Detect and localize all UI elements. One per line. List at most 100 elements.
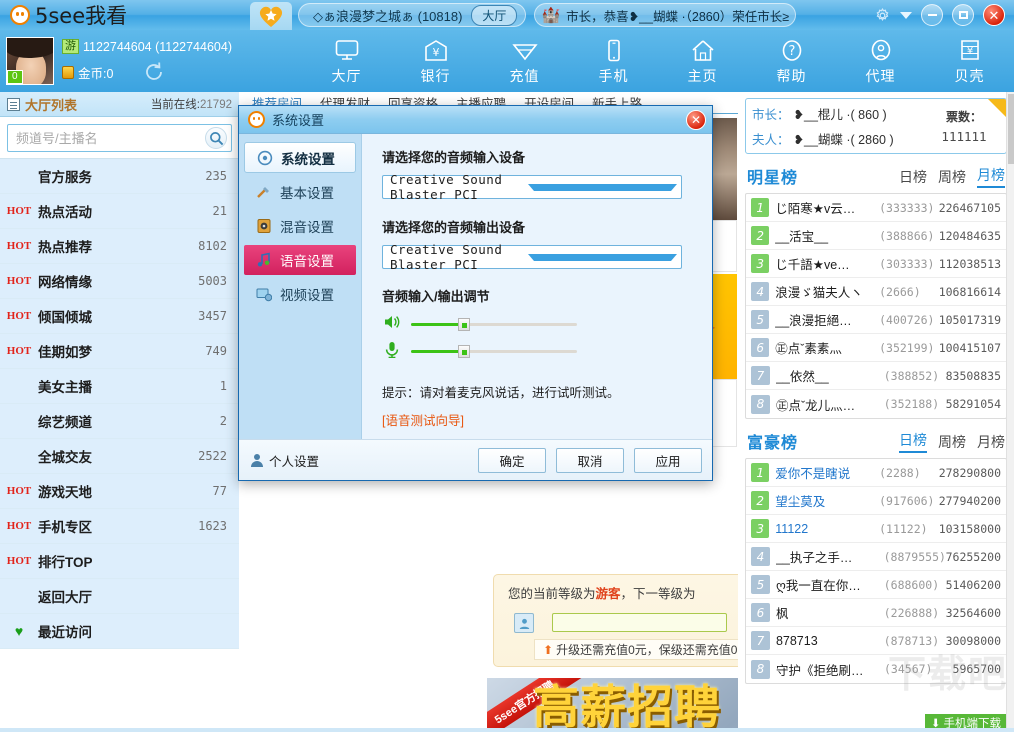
rank-user-name[interactable]: じ陌寒★v云… (775, 198, 879, 217)
rank-user-name[interactable]: 爱你不是瞎说 (775, 463, 879, 482)
sidebar-item[interactable]: HOT 倾国倾城 3457 (0, 299, 239, 334)
chevron-down-icon[interactable] (900, 11, 912, 19)
rank-user-name[interactable]: ㊣点ˇ龙儿灬… (776, 395, 884, 414)
dialog-nav: 系统设置基本设置混音设置语音设置视频设置 (239, 134, 362, 439)
rank-user-name[interactable]: 浪漫ゞ猫夫人ヽ (775, 282, 879, 301)
dialog-nav-item[interactable]: 语音设置 (244, 245, 356, 275)
rank-value: 30098000 (945, 633, 1001, 648)
rank-user-name[interactable]: ㊣点ˇ素素灬 (775, 338, 879, 357)
heart-icon: ♥ (14, 623, 24, 639)
mayor-value[interactable]: ❥__棍儿 ·( 860 ) (794, 104, 887, 123)
sidebar-item[interactable]: HOT 排行TOP (0, 544, 239, 579)
rank-row[interactable]: 7 878713 (878713) 30098000 (746, 627, 1006, 655)
sidebar-item[interactable]: 综艺频道 2 (0, 404, 239, 439)
sidebar-item[interactable]: ♥ 最近访问 (0, 614, 239, 649)
rank-number: 1 (751, 463, 770, 482)
rank-user-name[interactable]: 枫 (776, 603, 884, 622)
star-heart-icon[interactable] (250, 2, 292, 30)
star-rank-tab[interactable]: 周榜 (938, 167, 966, 188)
sidebar-item[interactable]: HOT 网络情缘 5003 (0, 264, 239, 299)
nav-item-shell[interactable]: ¥ 贝壳 (925, 31, 1014, 91)
sidebar-item[interactable]: HOT 游戏天地 77 (0, 474, 239, 509)
dialog-nav-item[interactable]: 系统设置 (244, 142, 356, 173)
dialog-nav-item[interactable]: 混音设置 (244, 211, 356, 241)
rank-row[interactable]: 4 __执子之手… (8879555) 76255200 (746, 543, 1006, 571)
rank-row[interactable]: 8 ㊣点ˇ龙儿灬… (352188) 58291054 (746, 390, 1006, 418)
dialog-close-button[interactable]: ✕ (686, 109, 706, 130)
sidebar-item[interactable]: 官方服务 235 (0, 159, 239, 194)
nav-item-topup[interactable]: 充值 (480, 31, 569, 91)
sidebar-item[interactable]: 美女主播 1 (0, 369, 239, 404)
search-input[interactable] (16, 130, 205, 146)
cancel-button[interactable]: 取消 (556, 447, 624, 473)
rank-row[interactable]: 6 枫 (226888) 32564600 (746, 599, 1006, 627)
recruitment-banner[interactable]: 5see官方招聘 高薪招聘 RECRUITMENT 就等你来 (487, 678, 738, 732)
nav-item-hall[interactable]: 大厅 (302, 31, 391, 91)
speaker-slider[interactable] (411, 317, 577, 331)
dialog-nav-item[interactable]: 视频设置 (244, 279, 356, 309)
rank-user-name[interactable]: __依然__ (776, 366, 884, 385)
rich-rank-tab[interactable]: 月榜 (977, 432, 1005, 453)
wife-label: 夫人： (752, 133, 790, 147)
nav-item-home[interactable]: 主页 (658, 31, 747, 91)
rank-row[interactable]: 3 じ千語★ve… (303333) 112038513 (746, 250, 1006, 278)
rich-rank-tab[interactable]: 周榜 (938, 432, 966, 453)
audio-output-select[interactable]: Creative Sound Blaster PCI (382, 242, 682, 272)
sidebar-item[interactable]: HOT 热点推荐 8102 (0, 229, 239, 264)
rank-row[interactable]: 5 __浪漫拒絕… (400726) 105017319 (746, 306, 1006, 334)
rank-user-name[interactable]: __执子之手… (776, 547, 884, 566)
rank-row[interactable]: 7 __依然__ (388852) 83508835 (746, 362, 1006, 390)
rank-row[interactable]: 4 浪漫ゞ猫夫人ヽ (2666) 106816614 (746, 278, 1006, 306)
rank-user-name[interactable]: 望尘莫及 (775, 491, 879, 510)
rank-user-name[interactable]: じ千語★ve… (775, 254, 879, 273)
rank-row[interactable]: 5 ღ我一直在你… (688600) 51406200 (746, 571, 1006, 599)
rank-row[interactable]: 1 爱你不是瞎说 (2288) 278290800 (746, 459, 1006, 487)
rank-row[interactable]: 2 __活宝__ (388866) 120484635 (746, 222, 1006, 250)
rank-row[interactable]: 3 11122 (11122) 103158000 (746, 515, 1006, 543)
sidebar-item[interactable]: HOT 热点活动 21 (0, 194, 239, 229)
audio-input-select[interactable]: Creative Sound Blaster PCI (382, 172, 682, 202)
sidebar-item[interactable]: HOT 手机专区 1623 (0, 509, 239, 544)
nav-item-agent[interactable]: 代理 (836, 31, 925, 91)
rank-row[interactable]: 2 望尘莫及 (917606) 277940200 (746, 487, 1006, 515)
rank-row[interactable]: 6 ㊣点ˇ素素灬 (352199) 100415107 (746, 334, 1006, 362)
apply-button[interactable]: 应用 (634, 447, 702, 473)
channel-search-box[interactable] (7, 124, 232, 152)
right-scrollbar[interactable] (1006, 92, 1014, 732)
gear-icon[interactable] (874, 7, 891, 24)
rank-row[interactable]: 1 じ陌寒★v云… (333333) 226467105 (746, 194, 1006, 222)
rank-user-name[interactable]: 11122 (775, 522, 879, 536)
chevron-down-icon[interactable] (527, 253, 677, 261)
room-tag[interactable]: 大厅 (471, 4, 518, 26)
audio-output-label: 请选择您的音频输出设备 (382, 220, 526, 235)
rank-row[interactable]: 8 守护《拒绝刷… (34567) 5965700 (746, 655, 1006, 683)
star-rank-tab[interactable]: 月榜 (977, 165, 1005, 188)
chevron-down-icon[interactable] (527, 183, 677, 191)
mic-slider[interactable] (411, 344, 577, 358)
close-icon[interactable]: ✕ (983, 4, 1005, 26)
personal-settings-link[interactable]: 个人设置 (251, 451, 319, 470)
dialog-nav-item[interactable]: 基本设置 (244, 177, 356, 207)
search-icon[interactable] (205, 127, 227, 149)
nav-item-bank[interactable]: ¥ 银行 (391, 31, 480, 91)
maximize-icon[interactable] (952, 4, 974, 26)
rank-user-name[interactable]: __浪漫拒絕… (775, 310, 879, 329)
ok-button[interactable]: 确定 (478, 447, 546, 473)
user-avatar[interactable]: 0 (6, 37, 54, 85)
rank-user-name[interactable]: 878713 (776, 634, 884, 648)
wife-value[interactable]: ❥__蝴蝶 ·( 2860 ) (794, 129, 894, 148)
star-rank-list: 1 じ陌寒★v云… (333333) 226467105 2 __活宝__ (388866)… (745, 193, 1007, 419)
refresh-icon[interactable] (143, 61, 165, 83)
sidebar-item[interactable]: 全城交友 2522 (0, 439, 239, 474)
rich-rank-tab[interactable]: 日榜 (899, 430, 927, 453)
nav-item-mobile[interactable]: 手机 (569, 31, 658, 91)
rank-user-name[interactable]: ღ我一直在你… (776, 575, 884, 594)
rank-user-name[interactable]: 守护《拒绝刷… (776, 660, 884, 679)
voice-test-wizard-link[interactable]: [语音测试向导] (382, 410, 694, 429)
sidebar-item[interactable]: HOT 佳期如梦 749 (0, 334, 239, 369)
nav-item-help[interactable]: ? 帮助 (747, 31, 836, 91)
star-rank-tab[interactable]: 日榜 (899, 167, 927, 188)
minimize-icon[interactable] (921, 4, 943, 26)
sidebar-item[interactable]: 返回大厅 (0, 579, 239, 614)
rank-user-name[interactable]: __活宝__ (775, 226, 879, 245)
